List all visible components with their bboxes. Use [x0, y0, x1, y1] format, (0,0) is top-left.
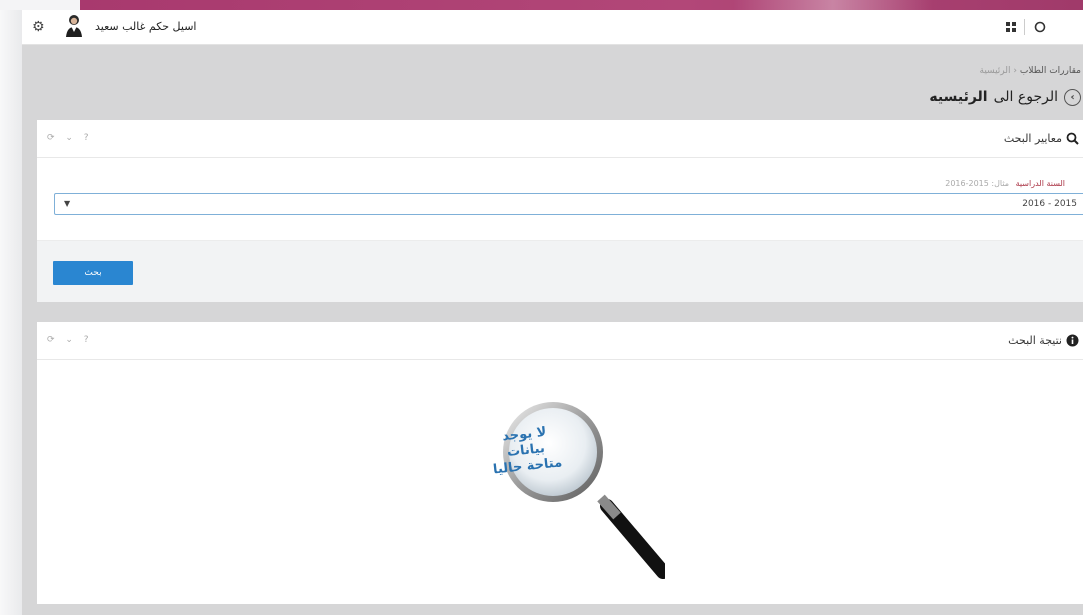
app-window: ⚙ اسيل حكم غالب سعيد مقاررات الطلاب ‹ ال… [22, 10, 1083, 615]
panel-tools[interactable]: ⟳ ⌄ ? [47, 133, 93, 143]
back-link-target: الرئيسيه [929, 89, 988, 105]
panel-tools[interactable]: ⟳ ⌄ ? [47, 335, 93, 345]
field-hint: مثال: 2015-2016 [945, 179, 1010, 188]
search-criteria-panel: ⟳ ⌄ ? معايير البحث السنة الدراسية مثال: … [37, 120, 1083, 302]
header-divider [1024, 19, 1025, 35]
page-left-margin [0, 10, 22, 615]
breadcrumb-home[interactable]: الرئيسية [980, 66, 1011, 76]
results-panel-title-text: نتيجة البحث [1008, 334, 1062, 347]
top-banner-strip [0, 0, 1083, 10]
search-panel-title: معايير البحث [1004, 132, 1079, 145]
field-label: السنة الدراسية [1015, 179, 1065, 188]
top-header: ⚙ اسيل حكم غالب سعيد [22, 10, 1083, 45]
academic-year-label: السنة الدراسية مثال: 2015-2016 [945, 179, 1065, 188]
results-panel-title: نتيجة البحث [1008, 334, 1079, 347]
search-panel-footer: بحث [37, 240, 1083, 302]
back-arrow-icon: › [1064, 88, 1081, 106]
selected-year: 2016 - 2015 [1022, 199, 1077, 209]
grid-icon[interactable] [1005, 21, 1017, 33]
breadcrumb: مقاررات الطلاب ‹ الرئيسية [980, 66, 1081, 76]
search-icon [1066, 132, 1079, 145]
info-icon [1066, 334, 1079, 347]
no-data-message: لا يوجد بيانات متاحة حاليا [482, 423, 571, 480]
username[interactable]: اسيل حكم غالب سعيد [95, 20, 196, 33]
avatar[interactable] [64, 13, 84, 37]
refresh-icon[interactable] [1033, 20, 1047, 34]
search-panel-title-text: معايير البحث [1003, 132, 1062, 145]
search-button[interactable]: بحث [53, 261, 133, 285]
gear-icon[interactable]: ⚙ [32, 20, 46, 34]
search-results-panel: ⟳ ⌄ ? نتيجة البحث لا يوجد بيانات متاحة ح… [37, 322, 1083, 604]
back-link-prefix: الرجوع الى [993, 89, 1058, 105]
back-link[interactable]: › الرجوع الى الرئيسيه [929, 87, 1081, 107]
results-panel-header: ⟳ ⌄ ? نتيجة البحث [37, 322, 1083, 360]
magnifier-illustration [503, 402, 665, 579]
breadcrumb-current[interactable]: مقاررات الطلاب [1020, 66, 1081, 76]
breadcrumb-separator: ‹ [1013, 66, 1017, 76]
dropdown-arrow-icon: ▼ [64, 199, 71, 208]
search-panel-header: ⟳ ⌄ ? معايير البحث [37, 120, 1083, 158]
academic-year-select[interactable]: ▼ 2016 - 2015 [54, 193, 1083, 215]
